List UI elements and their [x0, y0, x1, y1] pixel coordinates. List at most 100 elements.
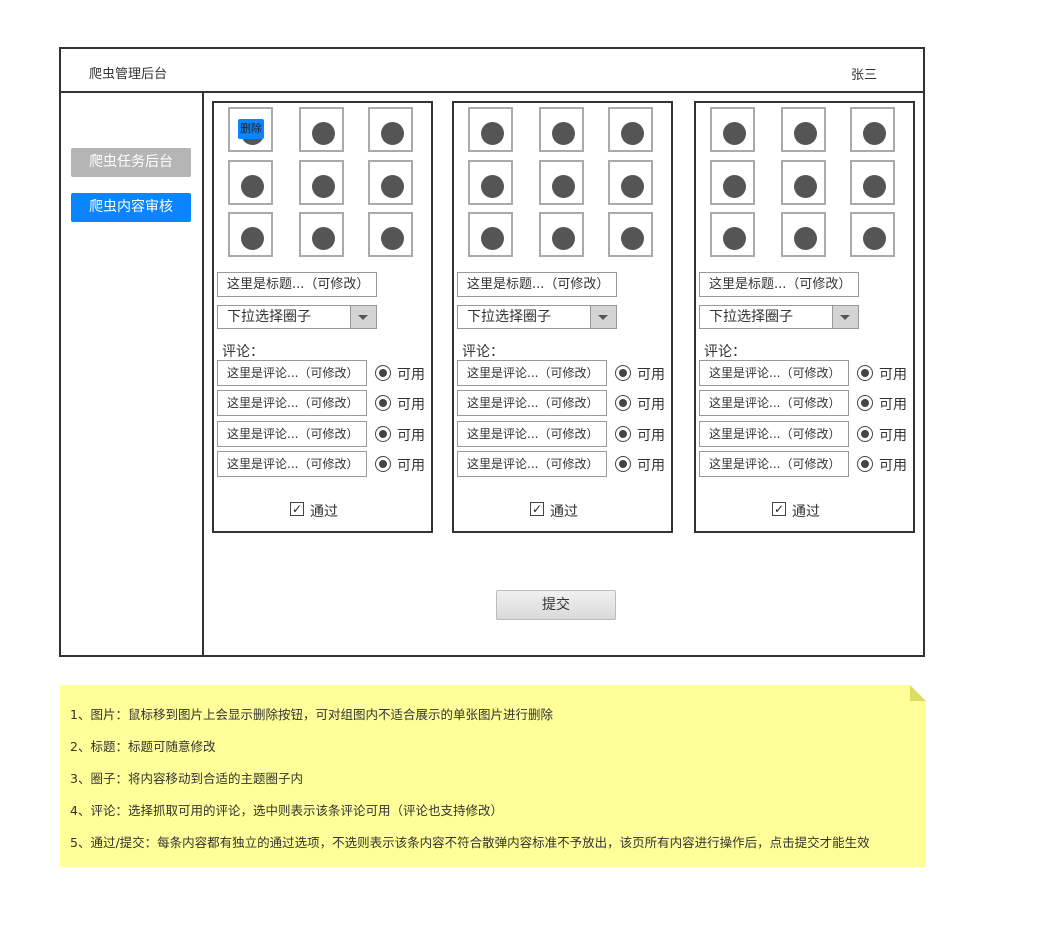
circle-select-value: 下拉选择圈子: [709, 309, 793, 325]
title-input[interactable]: 这里是标题...（可修改）: [217, 272, 377, 297]
content-card: 这里是标题...（可修改） 下拉选择圈子 评论： 这里是评论...（可修改） 可用 这里是…: [694, 101, 915, 533]
circle-select-value: 下拉选择圈子: [467, 309, 551, 325]
comment-available-radio[interactable]: [375, 456, 391, 472]
comment-input[interactable]: 这里是评论...（可修改）: [699, 360, 849, 386]
image-thumbnail[interactable]: [228, 160, 273, 205]
image-thumbnail[interactable]: 删除: [228, 107, 273, 152]
comment-row: 这里是评论...（可修改） 可用: [457, 421, 667, 447]
comment-available-radio[interactable]: [615, 365, 631, 381]
image-thumbnail[interactable]: [299, 212, 344, 257]
comment-available-radio[interactable]: [615, 426, 631, 442]
chevron-down-icon: [358, 315, 368, 320]
comment-available-radio[interactable]: [857, 395, 873, 411]
image-placeholder-icon: [863, 122, 886, 145]
circle-select-value: 下拉选择圈子: [227, 309, 311, 325]
comment-available-label: 可用: [637, 428, 665, 444]
comment-input[interactable]: 这里是评论...（可修改）: [699, 451, 849, 477]
comment-input[interactable]: 这里是评论...（可修改）: [457, 421, 607, 447]
image-thumbnail[interactable]: [368, 160, 413, 205]
image-placeholder-icon: [241, 175, 264, 198]
image-thumbnail[interactable]: [710, 160, 755, 205]
radio-selected-icon: [379, 460, 387, 468]
comment-available-label: 可用: [637, 367, 665, 383]
image-thumbnail[interactable]: [539, 212, 584, 257]
image-grid: [710, 107, 898, 259]
radio-selected-icon: [619, 460, 627, 468]
comment-row: 这里是评论...（可修改） 可用: [699, 360, 909, 386]
image-thumbnail[interactable]: [850, 107, 895, 152]
pass-option[interactable]: ✓ 通过: [530, 501, 610, 520]
comment-available-radio[interactable]: [615, 395, 631, 411]
comment-available-radio[interactable]: [375, 426, 391, 442]
image-thumbnail[interactable]: [781, 107, 826, 152]
title-input[interactable]: 这里是标题...（可修改）: [699, 272, 859, 297]
image-thumbnail[interactable]: [299, 160, 344, 205]
delete-image-button[interactable]: 删除: [238, 119, 264, 139]
image-placeholder-icon: [241, 227, 264, 250]
dropdown-toggle[interactable]: [832, 306, 858, 328]
comment-available-radio[interactable]: [857, 426, 873, 442]
image-thumbnail[interactable]: [608, 212, 653, 257]
image-grid: [468, 107, 656, 259]
image-thumbnail[interactable]: [468, 107, 513, 152]
circle-select[interactable]: 下拉选择圈子: [457, 305, 617, 329]
user-name[interactable]: 张三: [851, 64, 877, 83]
comment-available-radio[interactable]: [375, 365, 391, 381]
comment-available-radio[interactable]: [857, 365, 873, 381]
image-thumbnail[interactable]: [228, 212, 273, 257]
note-line-2: 2、标题：标题可随意修改: [70, 739, 216, 754]
image-placeholder-icon: [481, 175, 504, 198]
radio-selected-icon: [619, 399, 627, 407]
comment-input[interactable]: 这里是评论...（可修改）: [217, 421, 367, 447]
submit-button[interactable]: 提交: [496, 590, 616, 620]
comment-input[interactable]: 这里是评论...（可修改）: [217, 390, 367, 416]
title-input[interactable]: 这里是标题...（可修改）: [457, 272, 617, 297]
image-thumbnail[interactable]: [850, 160, 895, 205]
comment-input[interactable]: 这里是评论...（可修改）: [699, 390, 849, 416]
image-thumbnail[interactable]: [781, 160, 826, 205]
pass-option[interactable]: ✓ 通过: [772, 501, 852, 520]
radio-selected-icon: [379, 369, 387, 377]
image-thumbnail[interactable]: [368, 212, 413, 257]
comment-available-label: 可用: [879, 397, 907, 413]
comment-input[interactable]: 这里是评论...（可修改）: [457, 451, 607, 477]
comment-row: 这里是评论...（可修改） 可用: [699, 390, 909, 416]
dropdown-toggle[interactable]: [590, 306, 616, 328]
comment-available-radio[interactable]: [615, 456, 631, 472]
comment-input[interactable]: 这里是评论...（可修改）: [217, 451, 367, 477]
comment-input[interactable]: 这里是评论...（可修改）: [457, 390, 607, 416]
image-thumbnail[interactable]: [539, 107, 584, 152]
image-thumbnail[interactable]: [468, 160, 513, 205]
comment-available-label: 可用: [879, 367, 907, 383]
sidebar-item-crawler-tasks[interactable]: 爬虫任务后台: [71, 148, 191, 177]
comment-input[interactable]: 这里是评论...（可修改）: [217, 360, 367, 386]
check-icon[interactable]: ✓: [772, 502, 786, 516]
image-thumbnail[interactable]: [468, 212, 513, 257]
image-thumbnail[interactable]: [850, 212, 895, 257]
image-thumbnail[interactable]: [608, 160, 653, 205]
image-placeholder-icon: [381, 175, 404, 198]
check-icon[interactable]: ✓: [530, 502, 544, 516]
image-placeholder-icon: [552, 122, 575, 145]
comment-row: 这里是评论...（可修改） 可用: [217, 390, 427, 416]
note-line-3: 3、圈子：将内容移动到合适的主题圈子内: [70, 771, 303, 786]
pass-option[interactable]: ✓ 通过: [290, 501, 370, 520]
sidebar-item-content-review[interactable]: 爬虫内容审核: [71, 193, 191, 222]
comment-input[interactable]: 这里是评论...（可修改）: [457, 360, 607, 386]
image-thumbnail[interactable]: [299, 107, 344, 152]
circle-select[interactable]: 下拉选择圈子: [217, 305, 377, 329]
dropdown-toggle[interactable]: [350, 306, 376, 328]
image-thumbnail[interactable]: [710, 212, 755, 257]
image-thumbnail[interactable]: [710, 107, 755, 152]
circle-select[interactable]: 下拉选择圈子: [699, 305, 859, 329]
image-thumbnail[interactable]: [781, 212, 826, 257]
image-thumbnail[interactable]: [539, 160, 584, 205]
comment-input[interactable]: 这里是评论...（可修改）: [699, 421, 849, 447]
image-placeholder-icon: [863, 227, 886, 250]
check-icon[interactable]: ✓: [290, 502, 304, 516]
comment-available-radio[interactable]: [857, 456, 873, 472]
pass-label: 通过: [310, 504, 338, 520]
comment-available-radio[interactable]: [375, 395, 391, 411]
image-thumbnail[interactable]: [368, 107, 413, 152]
image-thumbnail[interactable]: [608, 107, 653, 152]
